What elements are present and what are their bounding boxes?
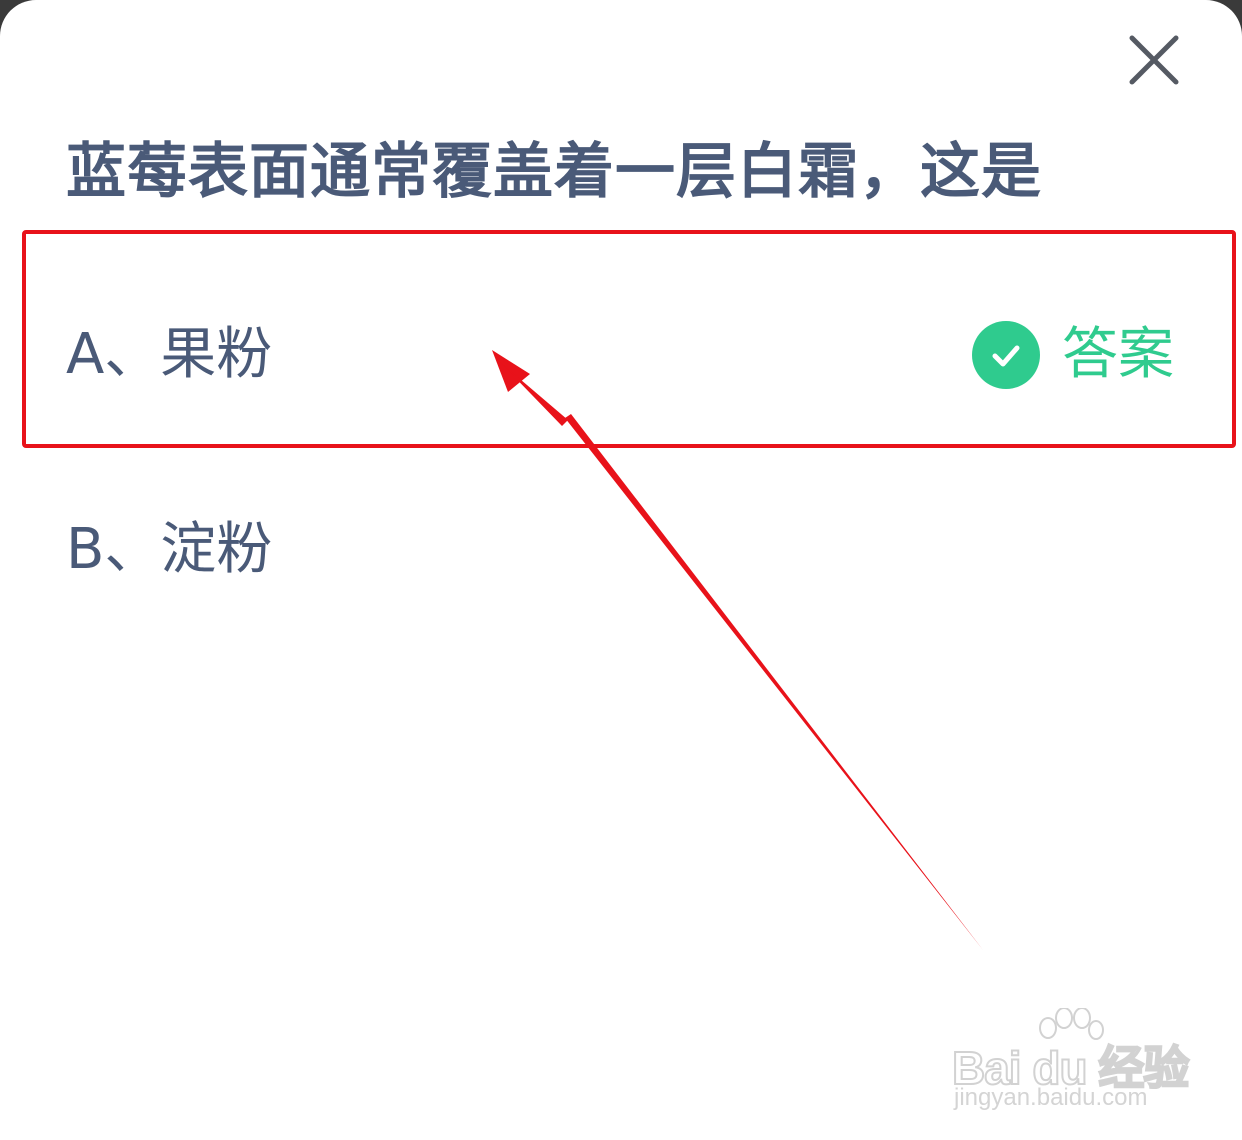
quiz-sheet: 蓝莓表面通常覆盖着一层白霜，这是 A、果粉 答案 B、淀粉 [0, 0, 1242, 1140]
answer-tag: 答案 [1062, 322, 1174, 387]
option-a[interactable]: A、果粉 答案 [24, 231, 1234, 445]
close-icon [1129, 35, 1179, 85]
option-label: A、果粉 [66, 322, 273, 387]
answer-indicator: 答案 [972, 321, 1174, 389]
option-b[interactable]: B、淀粉 [24, 446, 1234, 660]
option-label: B、淀粉 [66, 517, 273, 582]
close-button[interactable] [1122, 28, 1186, 92]
check-circle-icon [972, 321, 1040, 389]
question-title: 蓝莓表面通常覆盖着一层白霜，这是 [66, 137, 1042, 207]
